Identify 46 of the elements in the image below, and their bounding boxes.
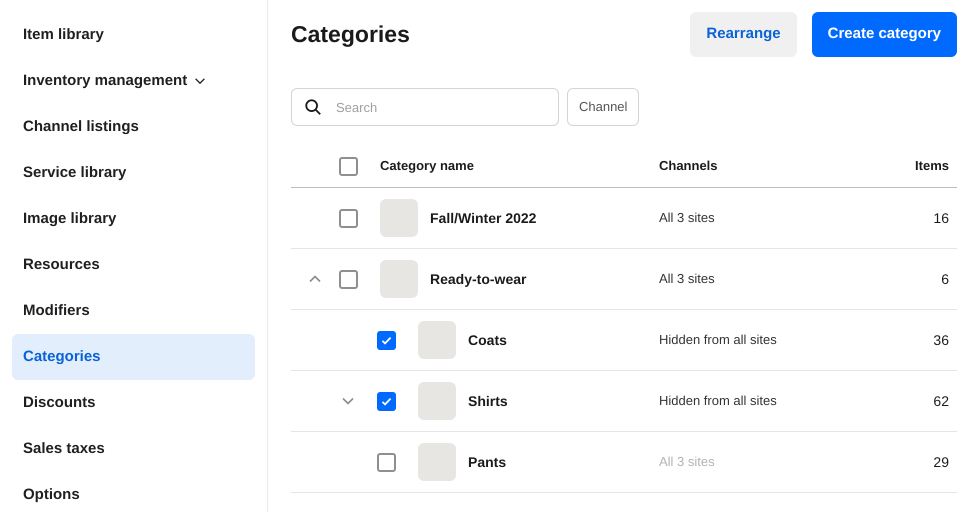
category-name[interactable]: Fall/Winter 2022	[430, 208, 659, 228]
photo-placeholder	[418, 382, 456, 420]
photo-placeholder	[418, 443, 456, 481]
column-header: Items	[915, 157, 950, 176]
channel-filter-button[interactable]: Channel	[567, 88, 640, 126]
photo-placeholder	[418, 321, 456, 359]
channels-cell-text: All 3 sites	[659, 453, 716, 472]
sidebar-item[interactable]: Image library	[12, 196, 255, 242]
photo-placeholder	[380, 260, 418, 298]
channels-cell-text: Hidden from all sites	[659, 331, 778, 350]
sidebar-item[interactable]: Discounts	[12, 380, 255, 426]
items-count: 62	[933, 392, 950, 410]
search-field[interactable]: Search	[291, 88, 559, 126]
channels-cell-text: Hidden from all sites	[659, 392, 778, 410]
sidebar-item[interactable]: Item library	[12, 12, 255, 58]
column-header: Category name	[380, 157, 475, 176]
items-count: 29	[933, 452, 950, 472]
photo-placeholder	[380, 199, 418, 237]
checkbox[interactable]	[339, 270, 358, 288]
rearrange-button[interactable]: Rearrange	[690, 12, 797, 57]
checkbox[interactable]	[339, 208, 358, 228]
channels-cell-text: All 3 sites	[659, 270, 716, 288]
category-name[interactable]: Shirts	[468, 390, 659, 412]
sidebar-item[interactable]: Sales taxes	[12, 426, 255, 472]
checkbox[interactable]	[377, 452, 396, 472]
sidebar-item[interactable]: Categories	[12, 334, 255, 380]
checkbox[interactable]	[377, 330, 396, 350]
items-count: 16	[933, 208, 950, 228]
page-title: Categories	[291, 20, 410, 50]
sidebar-item[interactable]: Options	[12, 472, 255, 512]
checkbox[interactable]	[377, 392, 396, 410]
items-count: 6	[941, 270, 950, 288]
checkbox[interactable]	[339, 156, 358, 176]
category-name[interactable]: Coats	[468, 330, 659, 350]
category-name[interactable]: Ready-to-wear	[430, 268, 659, 290]
sidebar-item[interactable]: Channel listings	[12, 104, 255, 150]
column-header: Channels	[659, 157, 719, 176]
channels-cell-text: All 3 sites	[659, 209, 716, 228]
sidebar-item[interactable]: Service library	[12, 150, 255, 196]
sidebar-item[interactable]: Resources	[12, 242, 255, 288]
sidebar-item[interactable]: Modifiers	[12, 288, 255, 334]
items-count: 36	[933, 330, 950, 350]
create-button[interactable]: Create category	[812, 12, 957, 57]
category-name[interactable]: Pants	[468, 452, 659, 472]
sidebar-item[interactable]: Inventory management	[12, 58, 255, 104]
search-icon	[304, 98, 322, 116]
